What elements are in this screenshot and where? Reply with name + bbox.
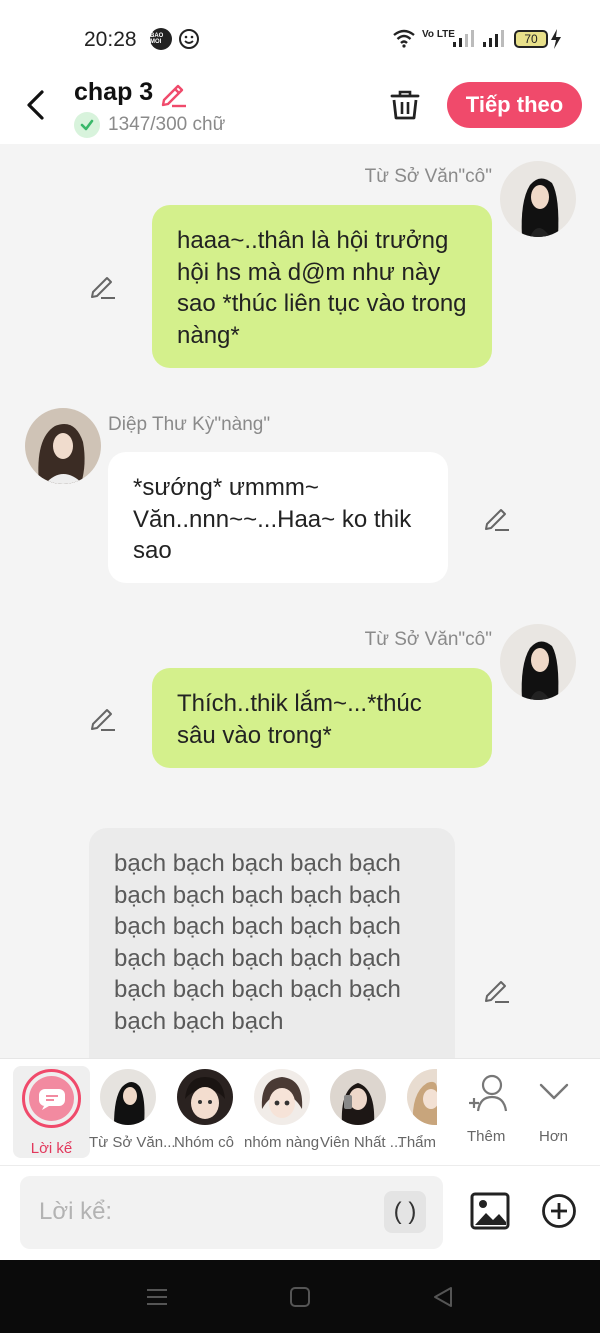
narration-bubble[interactable]: bạch bạch bạch bạch bạch bạch bạch bạch … (89, 828, 455, 1058)
home-icon[interactable] (288, 1286, 312, 1308)
avatar[interactable] (500, 624, 576, 700)
chevron-down-icon[interactable] (538, 1077, 570, 1105)
character-label: nhóm nàng (244, 1134, 320, 1151)
back-nav-icon[interactable] (431, 1286, 455, 1308)
add-character-label[interactable]: Thêm (467, 1128, 505, 1145)
wifi-icon (393, 29, 415, 48)
character-avatar[interactable] (100, 1069, 156, 1125)
narrator-label: Lời kể (30, 1140, 73, 1157)
character-label: Từ Sở Văn... (89, 1134, 176, 1151)
composer: Lời kể: ( ) (0, 1166, 600, 1260)
signal-icon (483, 30, 504, 47)
parenthesis-button[interactable]: ( ) (384, 1191, 426, 1233)
chapter-title: chap 3 (74, 78, 154, 106)
edit-message-icon[interactable] (89, 704, 117, 732)
battery-icon: 70 (514, 30, 548, 48)
message-input[interactable]: Lời kể: ( ) (20, 1176, 443, 1249)
character-avatar[interactable] (254, 1069, 310, 1125)
character-selector: Lời kể Từ Sở Văn... Nhóm cô nhóm nàng Vi… (0, 1058, 600, 1166)
character-label: Viên Nhất ... (320, 1134, 403, 1151)
baomoi-badge-icon: BAO MOI (150, 28, 172, 50)
smiley-icon (179, 29, 199, 49)
edit-title-icon[interactable] (160, 80, 188, 108)
word-count: 1347/300 chữ (108, 114, 226, 135)
speaker-name: Diệp Thư Kỳ"nàng" (108, 414, 271, 435)
charging-icon (551, 29, 561, 49)
signal-icon (453, 30, 474, 47)
edit-message-icon[interactable] (89, 272, 117, 300)
status-time: 20:28 (84, 28, 137, 51)
system-nav-bar (0, 1260, 600, 1333)
narrator-option[interactable]: Lời kể (13, 1066, 90, 1158)
speaker-name: Từ Sở Văn"cô" (364, 166, 492, 187)
character-avatar[interactable] (330, 1069, 386, 1125)
next-button[interactable]: Tiếp theo (447, 82, 582, 128)
add-character-icon[interactable] (466, 1073, 510, 1113)
character-label: Nhóm cô (174, 1134, 235, 1151)
narrator-icon (22, 1069, 81, 1128)
image-icon[interactable] (470, 1192, 510, 1230)
message-bubble[interactable]: Thích..thik lắm~...*thúc sâu vào trong* (152, 668, 492, 768)
avatar[interactable] (500, 161, 576, 237)
back-arrow-icon[interactable] (22, 88, 50, 122)
collapse-label[interactable]: Hơn (539, 1128, 568, 1145)
chat-area[interactable]: Từ Sở Văn"cô" haaa~..thân là hội trưởng … (0, 144, 600, 1058)
character-avatar[interactable] (177, 1069, 233, 1125)
character-avatar[interactable] (407, 1069, 437, 1125)
trash-icon[interactable] (388, 88, 422, 122)
volte-icon: Vo LTE (422, 29, 455, 40)
check-icon (74, 112, 100, 138)
editor-header: chap 3 1347/300 chữ Tiếp theo (0, 76, 600, 144)
avatar[interactable] (25, 408, 101, 484)
edit-message-icon[interactable] (483, 504, 511, 532)
character-label: Thẩm (397, 1134, 436, 1151)
edit-message-icon[interactable] (483, 976, 511, 1004)
menu-icon[interactable] (145, 1286, 169, 1308)
input-placeholder: Lời kể: (39, 1198, 113, 1225)
message-bubble[interactable]: haaa~..thân là hội trưởng hội hs mà d@m … (152, 205, 492, 368)
message-bubble[interactable]: *sướng* ưmmm~ Văn..nnn~~...Haa~ ko thik … (108, 452, 448, 583)
speaker-name: Từ Sở Văn"cô" (364, 629, 492, 650)
add-icon[interactable] (541, 1193, 577, 1229)
status-bar: 20:28 BAO MOI Vo LTE 70 (0, 0, 600, 76)
